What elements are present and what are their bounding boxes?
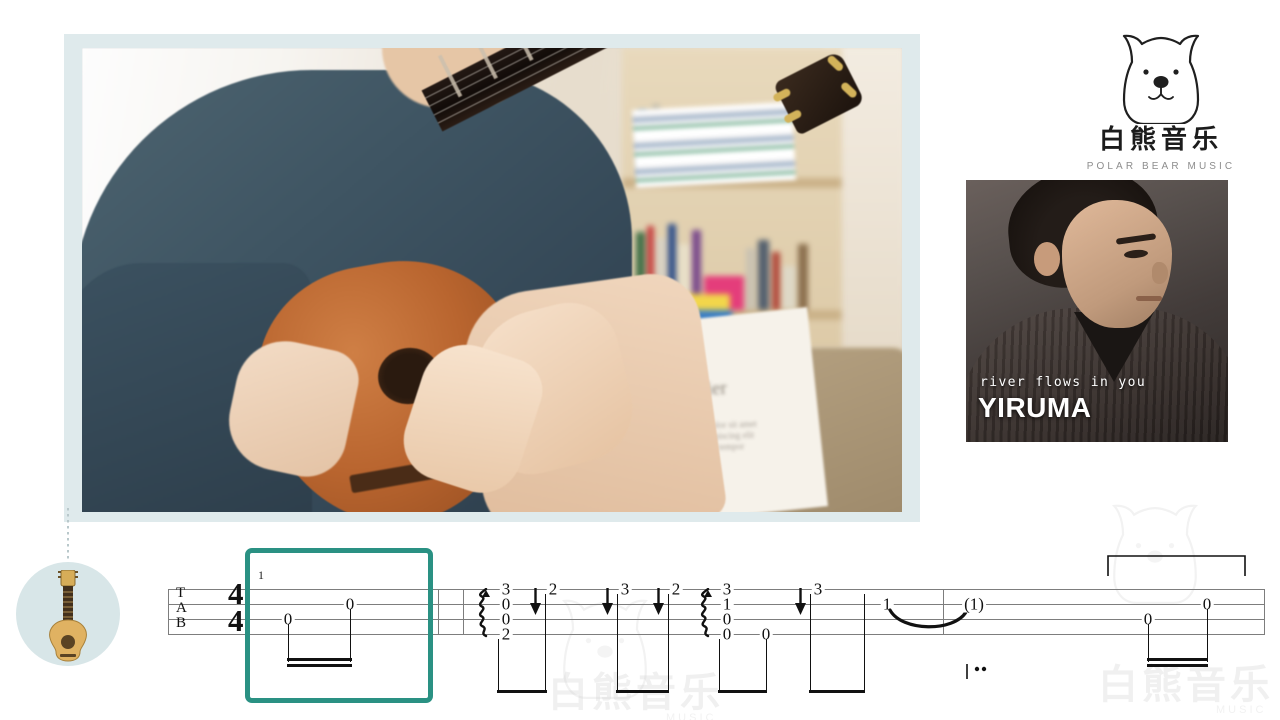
note-stem — [498, 639, 500, 693]
note-beam — [809, 690, 865, 693]
video-player[interactable]: Le sacen papier lorem ipsum dolor sit am… — [82, 48, 902, 512]
note-beam — [497, 690, 547, 693]
tab-clef: T A B — [176, 586, 187, 631]
down-stroke-arrow-icon — [795, 588, 806, 615]
tab-clef-t: T — [176, 585, 186, 601]
tab-note: 2 — [546, 579, 560, 599]
brand-name-cn: 白熊音乐 — [1098, 125, 1223, 155]
polar-bear-icon — [1076, 28, 1246, 124]
tab-clef-b: B — [176, 615, 187, 631]
tab-note: 2 — [499, 624, 513, 644]
tab-clef-a: A — [176, 600, 187, 616]
barline — [168, 589, 169, 635]
note-stem — [864, 594, 866, 693]
album-cover-thumbnail[interactable]: river flows in you YIRUMA — [966, 180, 1228, 442]
tie-marker — [888, 608, 968, 639]
note-stem — [719, 639, 721, 693]
note-stem — [288, 624, 290, 662]
note-stem — [766, 639, 768, 693]
album-artist: YIRUMA — [978, 392, 1092, 423]
arpeggio-roll-icon — [478, 587, 490, 638]
ending-bracket — [1107, 554, 1247, 583]
tab-note: 2 — [669, 579, 683, 599]
note-beam — [718, 690, 767, 693]
arpeggio-roll-icon — [700, 587, 712, 638]
note-stem — [350, 609, 352, 662]
stacked-books — [632, 101, 796, 189]
note-stem — [1148, 624, 1150, 662]
note-stem — [1207, 609, 1209, 662]
down-stroke-arrow-icon — [530, 588, 541, 615]
barline — [463, 589, 464, 635]
note-stem — [810, 594, 812, 693]
barline — [1264, 589, 1265, 635]
brand-logo: 白熊音乐 POLAR BEAR MUSIC — [1076, 28, 1246, 172]
album-song-title: river flows in you — [980, 375, 1147, 390]
tablature-notation[interactable]: T A B 4 4 1 0 0 3 0 0 2 2 3 2 3 1 0 0 0 … — [0, 540, 1280, 720]
note-beam — [287, 658, 352, 661]
time-signature-bottom: 4 — [228, 603, 244, 638]
tab-note: 3 — [618, 579, 632, 599]
note-stem — [545, 594, 547, 693]
note-beam — [287, 664, 352, 667]
barline — [438, 589, 439, 635]
measure-highlight-box[interactable] — [245, 548, 433, 703]
note-stem — [617, 594, 619, 693]
time-signature: 4 4 — [228, 578, 244, 638]
tab-note: 0 — [720, 624, 734, 644]
down-stroke-arrow-icon — [602, 588, 613, 615]
tab-note: (1) — [962, 594, 986, 614]
brand-name-en: POLAR BEAR MUSIC — [1086, 160, 1236, 172]
note-stem — [668, 594, 670, 693]
repeat-dots — [965, 664, 987, 685]
note-beam — [616, 690, 669, 693]
tab-note: 3 — [811, 579, 825, 599]
down-stroke-arrow-icon — [653, 588, 664, 615]
note-beam — [1147, 658, 1208, 661]
note-beam — [1147, 664, 1208, 667]
